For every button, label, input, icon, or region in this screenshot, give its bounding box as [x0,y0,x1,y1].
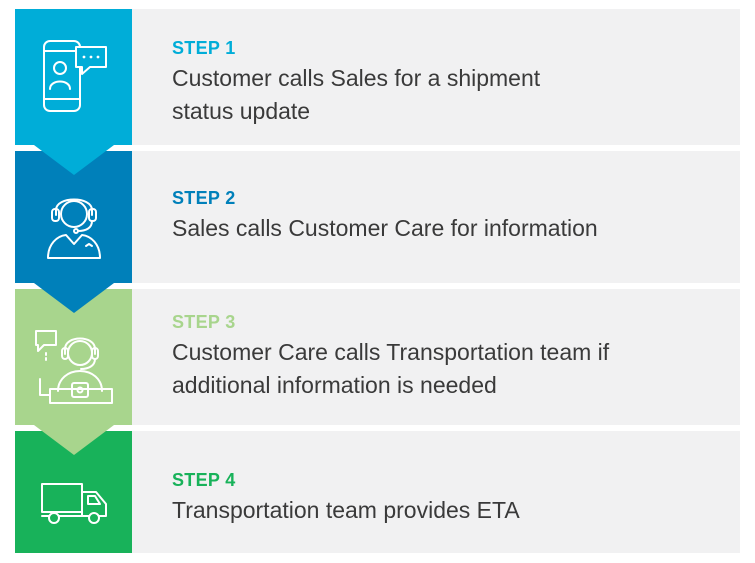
step-1-description-line-1: Customer calls Sales for a shipment [172,65,541,91]
agent-at-desk-chat-icon [34,330,113,404]
step-1-icon-box [15,9,132,145]
step-3-arrow [34,425,114,455]
step-3-description-line-2: additional information is needed [172,372,497,398]
delivery-truck-icon [40,483,107,524]
step-3-description-line-1: Customer Care calls Transportation team … [172,339,610,365]
step-2-label: STEP 2 [172,188,236,208]
step-row-1: STEP 1 Customer calls Sales for a shipme… [15,9,740,145]
step-2-arrow [34,283,114,313]
step-3-label: STEP 3 [172,312,236,332]
step-row-4: STEP 4 Transportation team provides ETA [15,431,740,553]
headset-agent-icon [46,198,101,259]
step-row-2: STEP 2 Sales calls Customer Care for inf… [15,151,740,283]
step-2-text: STEP 2 Sales calls Customer Care for inf… [172,187,730,245]
step-4-description-line-1: Transportation team provides ETA [172,497,520,523]
step-1-description-line-2: status update [172,98,311,124]
step-1-text: STEP 1 Customer calls Sales for a shipme… [172,37,730,128]
step-4-label: STEP 4 [172,470,236,490]
step-1-arrow [34,145,114,175]
step-3-text: STEP 3 Customer Care calls Transportatio… [172,311,730,402]
step-row-3: STEP 3 Customer Care calls Transportatio… [15,289,740,425]
step-4-text: STEP 4 Transportation team provides ETA [172,469,730,527]
step-1-label: STEP 1 [172,38,236,58]
step-2-description-line-1: Sales calls Customer Care for informatio… [172,215,598,241]
smartphone-chat-icon [42,40,107,112]
